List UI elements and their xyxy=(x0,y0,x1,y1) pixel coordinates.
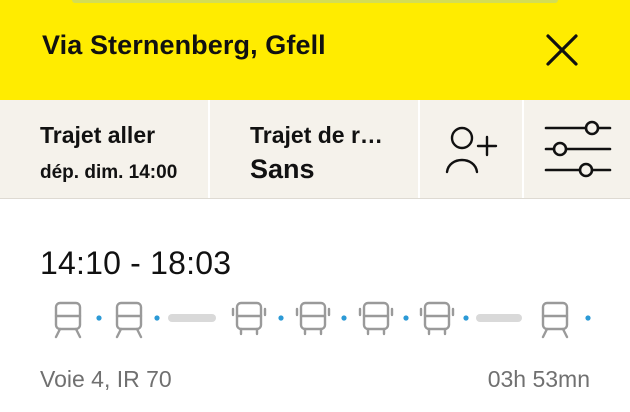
stop-dot xyxy=(341,315,347,321)
add-person-icon xyxy=(445,126,498,174)
outbound-departure: dép. dim. 14:00 xyxy=(40,162,178,183)
stop-dot xyxy=(154,315,160,321)
page-title: Via Sternenberg, Gfell xyxy=(42,30,326,60)
train-icon xyxy=(115,301,143,339)
add-traveller-button[interactable] xyxy=(420,100,522,198)
header-top-edge xyxy=(72,0,558,3)
bus-icon xyxy=(231,301,267,336)
stop-dot xyxy=(403,315,409,321)
bus-icon xyxy=(295,301,331,336)
platform-info: Voie 4, IR 70 xyxy=(40,366,172,392)
filter-button[interactable] xyxy=(524,100,630,198)
travel-duration: 03h 53mn xyxy=(487,366,590,392)
return-value: Sans xyxy=(250,154,315,184)
bus-icon xyxy=(358,301,394,336)
bus-icon xyxy=(419,301,455,336)
journey-legs[interactable] xyxy=(0,290,630,350)
sliders-icon xyxy=(544,120,612,178)
stop-dot xyxy=(278,315,284,321)
train-icon xyxy=(54,301,82,339)
close-button[interactable] xyxy=(540,28,584,72)
connection-times[interactable]: 14:10 - 18:03 xyxy=(40,245,231,282)
return-trip-button[interactable]: Trajet de r… Sans xyxy=(210,100,418,198)
train-icon xyxy=(541,301,569,339)
outbound-label: Trajet aller xyxy=(40,122,156,148)
stop-dot xyxy=(585,315,591,321)
outbound-trip-button[interactable]: Trajet aller dép. dim. 14:00 xyxy=(0,100,208,198)
return-label: Trajet de r… xyxy=(250,122,383,148)
stop-dot xyxy=(463,315,469,321)
close-icon xyxy=(546,34,578,66)
stop-dot xyxy=(96,315,102,321)
